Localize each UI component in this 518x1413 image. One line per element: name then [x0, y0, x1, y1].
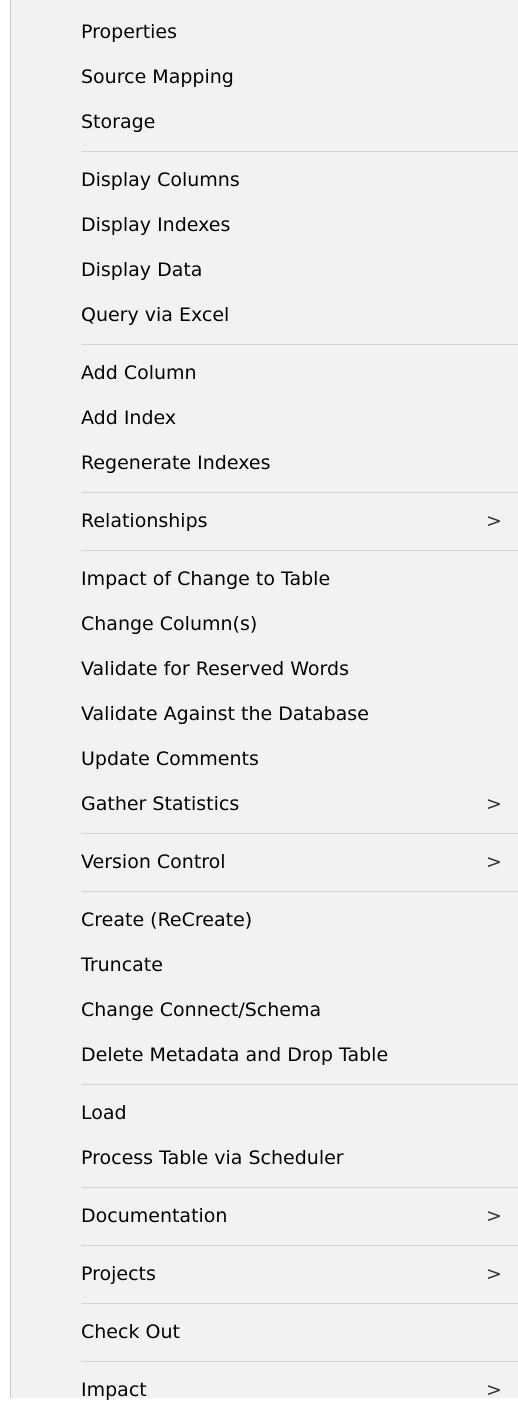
menu-item-label: Truncate	[81, 954, 163, 976]
menu-item-process-table-via-scheduler[interactable]: Process Table via Scheduler	[11, 1136, 518, 1181]
chevron-right-icon: >	[486, 851, 502, 873]
chevron-right-icon: >	[486, 1379, 502, 1401]
menu-item-label: Impact	[81, 1379, 147, 1401]
menu-item-label: Validate for Reserved Words	[81, 658, 349, 680]
menu-separator	[81, 492, 518, 493]
menu-item-display-columns[interactable]: Display Columns	[11, 158, 518, 203]
menu-item-properties[interactable]: Properties	[11, 10, 518, 55]
menu-item-source-mapping[interactable]: Source Mapping	[11, 55, 518, 100]
menu-separator	[81, 151, 518, 152]
menu-item-label: Regenerate Indexes	[81, 452, 271, 474]
menu-item-label: Impact of Change to Table	[81, 568, 331, 590]
menu-item-change-connect-schema[interactable]: Change Connect/Schema	[11, 988, 518, 1033]
menu-item-label: Query via Excel	[81, 304, 230, 326]
menu-separator	[81, 344, 518, 345]
chevron-right-icon: >	[486, 1205, 502, 1227]
menu-item-label: Projects	[81, 1263, 156, 1285]
menu-item-check-out[interactable]: Check Out	[11, 1310, 518, 1355]
menu-item-label: Display Data	[81, 259, 203, 281]
menu-separator	[81, 550, 518, 551]
menu-item-label: Gather Statistics	[81, 793, 240, 815]
menu-item-load[interactable]: Load	[11, 1091, 518, 1136]
menu-item-display-indexes[interactable]: Display Indexes	[11, 203, 518, 248]
menu-item-label: Check Out	[81, 1321, 180, 1343]
menu-item-label: Properties	[81, 21, 178, 43]
menu-item-label: Change Column(s)	[81, 613, 258, 635]
menu-item-label: Relationships	[81, 510, 208, 532]
chevron-right-icon: >	[486, 510, 502, 532]
menu-item-storage[interactable]: Storage	[11, 100, 518, 145]
menu-item-label: Display Columns	[81, 169, 240, 191]
menu-item-display-data[interactable]: Display Data	[11, 248, 518, 293]
menu-item-label: Source Mapping	[81, 66, 234, 88]
menu-item-label: Validate Against the Database	[81, 703, 369, 725]
menu-separator	[81, 1361, 518, 1362]
menu-item-label: Storage	[81, 111, 156, 133]
menu-item-validate-against-database[interactable]: Validate Against the Database	[11, 692, 518, 737]
menu-item-label: Load	[81, 1102, 127, 1124]
menu-item-label: Update Comments	[81, 748, 259, 770]
menu-item-gather-statistics[interactable]: Gather Statistics >	[11, 782, 518, 827]
menu-item-impact-of-change-to-table[interactable]: Impact of Change to Table	[11, 557, 518, 602]
menu-item-label: Add Column	[81, 362, 197, 384]
menu-item-truncate[interactable]: Truncate	[11, 943, 518, 988]
menu-item-label: Display Indexes	[81, 214, 231, 236]
menu-item-relationships[interactable]: Relationships >	[11, 499, 518, 544]
menu-separator	[81, 1303, 518, 1304]
menu-item-validate-reserved-words[interactable]: Validate for Reserved Words	[11, 647, 518, 692]
menu-item-regenerate-indexes[interactable]: Regenerate Indexes	[11, 441, 518, 486]
menu-separator	[81, 1187, 518, 1188]
menu-separator	[81, 1084, 518, 1085]
menu-separator	[81, 891, 518, 892]
chevron-right-icon: >	[486, 1263, 502, 1285]
menu-item-label: Add Index	[81, 407, 177, 429]
menu-item-label: Version Control	[81, 851, 226, 873]
chevron-right-icon: >	[486, 793, 502, 815]
context-menu: Properties Source Mapping Storage Displa…	[10, 0, 518, 1401]
menu-item-projects[interactable]: Projects >	[11, 1252, 518, 1297]
menu-item-delete-metadata-drop-table[interactable]: Delete Metadata and Drop Table	[11, 1033, 518, 1078]
menu-item-documentation[interactable]: Documentation >	[11, 1194, 518, 1239]
menu-separator	[81, 1245, 518, 1246]
menu-item-label: Documentation	[81, 1205, 228, 1227]
menu-item-label: Delete Metadata and Drop Table	[81, 1044, 389, 1066]
menu-separator	[81, 833, 518, 834]
menu-item-change-columns[interactable]: Change Column(s)	[11, 602, 518, 647]
menu-item-add-index[interactable]: Add Index	[11, 396, 518, 441]
menu-item-query-via-excel[interactable]: Query via Excel	[11, 293, 518, 338]
menu-item-add-column[interactable]: Add Column	[11, 351, 518, 396]
menu-item-create-recreate[interactable]: Create (ReCreate)	[11, 898, 518, 943]
menu-item-version-control[interactable]: Version Control >	[11, 840, 518, 885]
menu-item-impact[interactable]: Impact >	[11, 1368, 518, 1413]
menu-item-label: Change Connect/Schema	[81, 999, 322, 1021]
menu-item-update-comments[interactable]: Update Comments	[11, 737, 518, 782]
menu-item-label: Create (ReCreate)	[81, 909, 253, 931]
menu-item-label: Process Table via Scheduler	[81, 1147, 344, 1169]
